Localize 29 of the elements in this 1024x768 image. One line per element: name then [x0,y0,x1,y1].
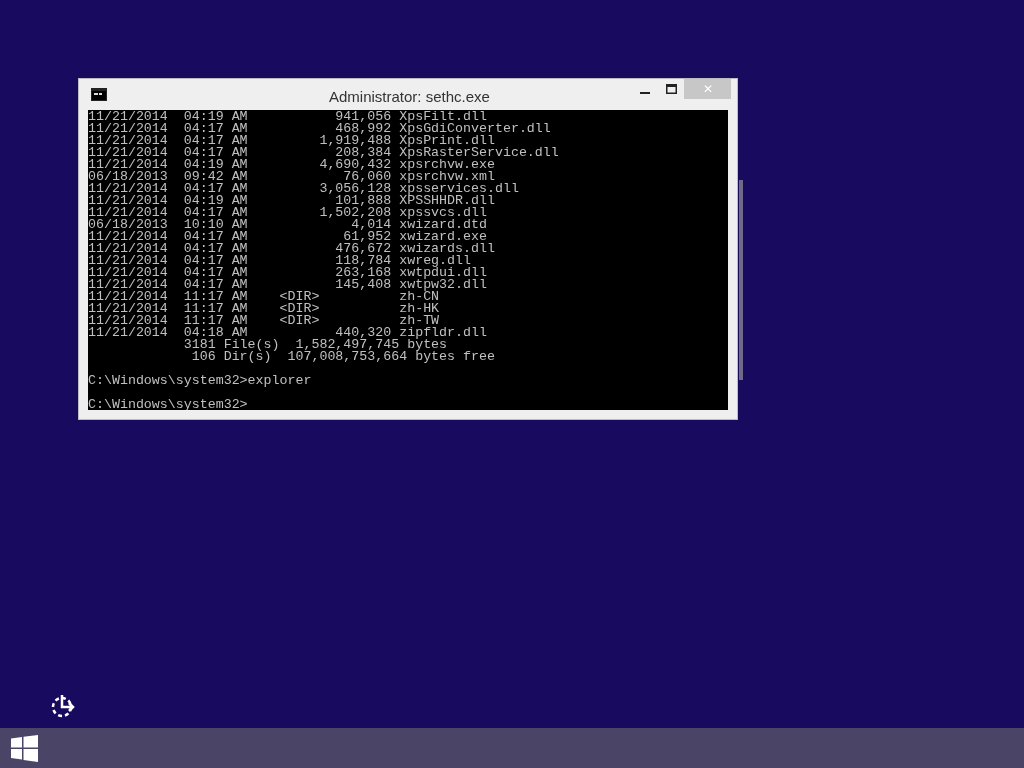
console-line: 11/21/2014 04:17 AM 263,168 xwtpdui.dll [88,267,488,279]
console-line: 11/21/2014 04:17 AM 118,784 xwreg.dll [88,255,471,267]
close-button[interactable]: ✕ [684,79,731,99]
console-line: 11/21/2014 04:17 AM 3,056,128 xpsservices.dll [88,183,520,195]
console-line: 11/21/2014 11:17 AM <DIR> zh-HK [88,303,441,315]
console-line: 11/21/2014 04:17 AM 61,952 xwizard.exe [88,231,487,243]
console-line: 11/21/2014 04:17 AM 1,919,488 XpsPrint.dll [88,135,495,147]
console-line: 11/21/2014 04:19 AM 941,056 XpsFilt.dll [88,111,487,123]
console-line: 3181 File(s) 1,582,497,745 bytes [182,339,448,351]
console-line: C:\Windows\system32>explorer [88,375,313,387]
minimize-icon[interactable] [640,91,650,95]
maximize-icon[interactable] [666,84,677,94]
console-line: 06/18/2013 10:10 AM 4,014 xwizard.dtd [88,219,488,231]
console-line: 11/21/2014 04:17 AM 208,384 XpsRasterService.dll [88,147,560,159]
windows-start-icon[interactable] [11,734,38,762]
console-line: 11/21/2014 04:19 AM 101,888 XPSSHHDR.dll [88,195,495,207]
console-line: 11/21/2014 04:17 AM 468,992 XpsGdiConverter.dll [88,123,552,135]
console-line: 11/21/2014 04:19 AM 4,690,432 xpsrchvw.exe [88,159,495,171]
window-title: Administrator: sethc.exe [329,87,490,107]
console-line: 11/21/2014 04:17 AM 476,672 xwizards.dll [88,243,496,255]
console-app-icon [91,88,107,101]
console-line: 11/21/2014 04:17 AM 145,408 xwtpw32.dll [88,279,488,291]
console-line: 11/21/2014 04:17 AM 1,502,208 xpssvcs.dll [88,207,488,219]
console-line: 11/21/2014 04:18 AM 440,320 zipfldr.dll [88,327,488,339]
console-line: 11/21/2014 11:17 AM <DIR> zh-CN [88,291,440,303]
console-line: 11/21/2014 11:17 AM <DIR> zh-TW [88,315,440,327]
console-line: 06/18/2013 09:42 AM 76,060 xpsrchvw.xml [88,171,495,183]
console-line: C:\Windows\system32> [88,399,249,410]
console-line: 106 Dir(s) 107,008,753,664 bytes free [190,351,496,363]
